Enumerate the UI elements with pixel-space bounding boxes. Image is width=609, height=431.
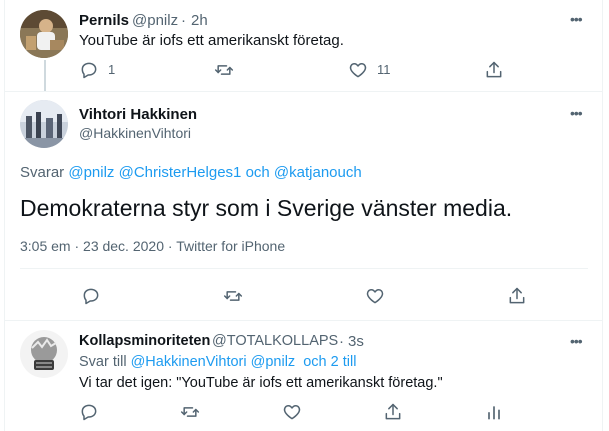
- divider: [4, 91, 603, 92]
- author-name[interactable]: Vihtori Hakkinen: [79, 106, 197, 123]
- replying-to: Svar till @HakkinenVihtori @pnilz och 2 …: [79, 354, 356, 370]
- avatar[interactable]: [20, 330, 68, 378]
- mention-link[interactable]: @HakkinenVihtori: [131, 354, 247, 370]
- separator-dot: ·: [339, 333, 344, 350]
- retweet-icon[interactable]: [223, 286, 243, 306]
- tweet-source[interactable]: Twitter for iPhone: [176, 238, 285, 254]
- replying-to: Svarar @pnilz @ChristerHelges1 och @katj…: [20, 163, 362, 183]
- author-name[interactable]: Pernils: [79, 12, 129, 29]
- reply-icon[interactable]: [79, 60, 99, 80]
- tweet-meta: 3:05 em · 23 dec. 2020 · Twitter for iPh…: [20, 238, 285, 254]
- like-icon[interactable]: [365, 286, 385, 306]
- author-handle[interactable]: @HakkinenVihtori: [79, 125, 191, 141]
- replying-prefix: Svar till: [79, 354, 127, 370]
- divider: [4, 320, 603, 321]
- more-options-icon[interactable]: •••: [570, 11, 583, 27]
- share-icon[interactable]: [507, 286, 527, 306]
- mention-link[interactable]: @pnilz: [68, 164, 114, 181]
- author-handle[interactable]: @pnilz: [132, 12, 178, 29]
- share-icon[interactable]: [383, 402, 403, 422]
- avatar[interactable]: [20, 100, 68, 148]
- author-handle[interactable]: @TOTALKOLLAPS: [212, 333, 338, 349]
- more-options-icon[interactable]: •••: [570, 333, 583, 349]
- share-icon[interactable]: [484, 60, 504, 80]
- analytics-icon[interactable]: [484, 402, 504, 422]
- author-name[interactable]: Kollapsminoriteten: [79, 333, 210, 349]
- tweet-text: YouTube är iofs ett amerikanskt företag.: [79, 32, 344, 49]
- mention-link[interactable]: @katjanouch: [274, 164, 362, 181]
- tweet-text: Vi tar det igen: "YouTube är iofs ett am…: [79, 375, 443, 391]
- like-icon[interactable]: [348, 60, 368, 80]
- reply-icon[interactable]: [79, 402, 99, 422]
- reply-count: 1: [108, 62, 116, 77]
- mention-conjunction[interactable]: och: [246, 164, 270, 181]
- more-mentions-link[interactable]: och 2 till: [299, 354, 356, 370]
- retweet-icon[interactable]: [180, 402, 200, 422]
- tweet-timestamp[interactable]: 3:05 em · 23 dec. 2020 ·: [20, 238, 176, 254]
- mention-link[interactable]: @ChristerHelges1: [119, 164, 242, 181]
- tweet-time[interactable]: 3s: [348, 333, 364, 350]
- avatar[interactable]: [20, 10, 68, 58]
- thread-line: [44, 60, 46, 92]
- retweet-icon[interactable]: [214, 60, 234, 80]
- more-options-icon[interactable]: •••: [570, 105, 583, 121]
- like-icon[interactable]: [282, 402, 302, 422]
- tweet-time[interactable]: 2h: [191, 12, 208, 29]
- reply-icon[interactable]: [81, 286, 101, 306]
- divider: [20, 268, 588, 269]
- separator-dot: ·: [181, 12, 186, 29]
- mention-link[interactable]: @pnilz: [251, 354, 296, 370]
- like-count: 11: [377, 62, 391, 77]
- tweet-text: Demokraterna styr som i Sverige vänster …: [20, 195, 513, 221]
- replying-prefix: Svarar: [20, 164, 65, 181]
